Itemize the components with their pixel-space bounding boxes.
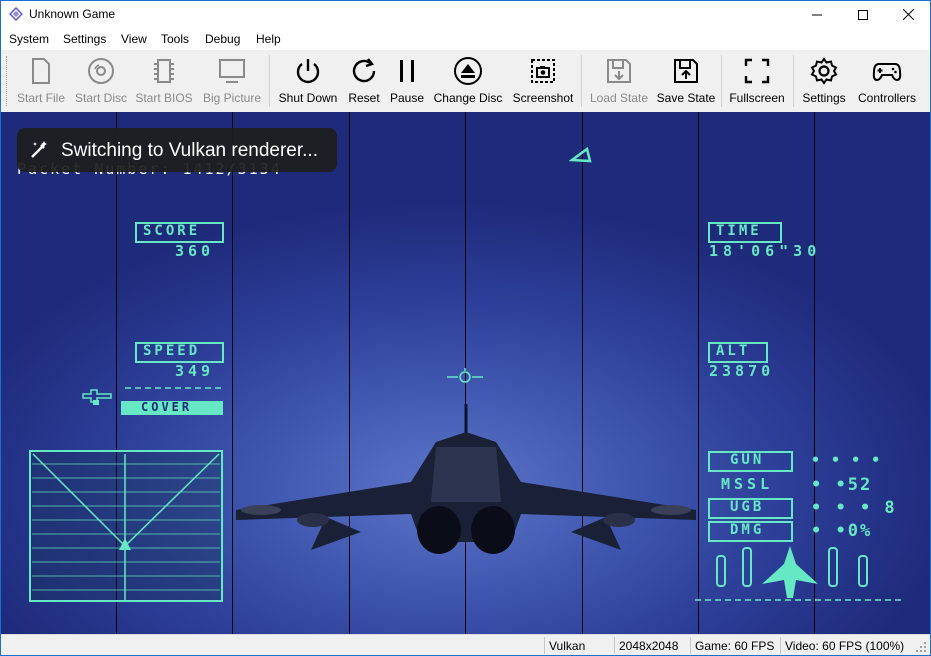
osd-message: Switching to Vulkan renderer... bbox=[61, 140, 318, 161]
status-game-fps: Game: 60 FPS bbox=[695, 639, 775, 653]
game-display[interactable]: Packet Number: 1412/3134 SCORE 360 TIME … bbox=[1, 112, 930, 634]
close-icon bbox=[902, 9, 914, 20]
status-video-fps: Video: 60 FPS (100%) bbox=[785, 639, 905, 653]
gun-value: • • • • bbox=[811, 451, 882, 469]
toolbar-separator bbox=[793, 55, 794, 107]
maximize-icon bbox=[858, 9, 868, 20]
toolbar-grip[interactable] bbox=[6, 56, 9, 106]
minimize-icon bbox=[812, 14, 822, 15]
ugb-label-box: UGB bbox=[708, 498, 793, 519]
change-disc-button[interactable]: Change Disc bbox=[433, 54, 503, 110]
start-bios-button[interactable]: Start BIOS bbox=[135, 54, 193, 110]
menu-view[interactable]: View bbox=[121, 32, 147, 46]
file-icon bbox=[32, 58, 50, 84]
app-icon bbox=[9, 7, 23, 21]
shut-down-button[interactable]: Shut Down bbox=[277, 54, 339, 110]
screenshot-icon bbox=[531, 59, 555, 83]
speed-label-box: SPEED bbox=[135, 342, 224, 363]
gun-label: GUN bbox=[730, 452, 765, 468]
disc-icon bbox=[88, 58, 114, 84]
main-window: Unknown Game System Settings View Tools … bbox=[0, 0, 931, 656]
cover-label: COVER bbox=[141, 400, 193, 414]
big-picture-button[interactable]: Big Picture bbox=[201, 54, 263, 110]
status-renderer: Vulkan bbox=[549, 639, 586, 653]
speed-label: SPEED bbox=[143, 343, 201, 359]
toolbar-separator bbox=[581, 55, 582, 107]
alt-value: 23870 bbox=[709, 362, 775, 380]
status-separator bbox=[780, 637, 781, 654]
load-state-icon bbox=[607, 59, 631, 83]
status-bar: Vulkan 2048x2048 Game: 60 FPS Video: 60 … bbox=[1, 634, 930, 655]
eject-icon bbox=[454, 57, 482, 85]
toolbar: Start File Start Disc Start BIOS Big Pic… bbox=[1, 50, 930, 111]
screenshot-button[interactable]: Screenshot bbox=[511, 54, 575, 110]
status-separator bbox=[544, 637, 545, 654]
menu-debug[interactable]: Debug bbox=[205, 32, 240, 46]
resize-grip-icon[interactable] bbox=[915, 641, 927, 653]
monitor-icon bbox=[219, 59, 245, 83]
toolbar-separator bbox=[721, 55, 722, 107]
speed-value: 349 bbox=[175, 362, 215, 380]
reset-icon bbox=[352, 58, 376, 83]
score-value: 360 bbox=[175, 242, 215, 260]
maximize-button[interactable] bbox=[840, 1, 886, 28]
ugb-value: • • • 8 bbox=[811, 498, 897, 518]
chip-icon bbox=[154, 59, 174, 83]
mssl-label: MSSL bbox=[721, 475, 774, 493]
menu-help[interactable]: Help bbox=[256, 32, 281, 46]
menu-tools[interactable]: Tools bbox=[161, 32, 189, 46]
gun-label-box: GUN bbox=[708, 451, 793, 472]
reset-button[interactable]: Reset bbox=[347, 54, 381, 110]
reticle-icon bbox=[447, 368, 483, 383]
controllers-button[interactable]: Controllers bbox=[855, 54, 919, 110]
window-title: Unknown Game bbox=[29, 7, 116, 21]
pause-icon bbox=[400, 60, 414, 82]
dmg-label: DMG bbox=[730, 522, 765, 538]
time-label: TIME bbox=[716, 223, 762, 239]
save-state-button[interactable]: Save State bbox=[657, 54, 715, 110]
magic-wand-icon bbox=[31, 141, 47, 158]
start-file-button[interactable]: Start File bbox=[17, 54, 65, 110]
radar-display bbox=[29, 450, 223, 602]
cover-bar: COVER bbox=[121, 400, 223, 415]
alt-label-box: ALT bbox=[708, 342, 768, 363]
start-disc-button[interactable]: Start Disc bbox=[74, 54, 128, 110]
title-bar[interactable]: Unknown Game bbox=[1, 1, 930, 28]
mssl-value: • •52 bbox=[811, 475, 873, 495]
load-state-button[interactable]: Load State bbox=[589, 54, 649, 110]
fullscreen-button[interactable]: Fullscreen bbox=[729, 54, 785, 110]
fullscreen-icon bbox=[744, 58, 770, 84]
status-resolution: 2048x2048 bbox=[619, 639, 679, 653]
alt-label: ALT bbox=[716, 343, 751, 359]
time-value: 18'06"30 bbox=[709, 242, 822, 260]
gear-icon bbox=[810, 57, 838, 85]
loadout-diagram bbox=[695, 546, 903, 601]
minimize-button[interactable] bbox=[794, 1, 840, 28]
score-label-box: SCORE bbox=[135, 222, 224, 243]
menu-system[interactable]: System bbox=[9, 32, 49, 46]
menu-bar: System Settings View Tools Debug Help bbox=[1, 28, 930, 50]
menu-settings[interactable]: Settings bbox=[63, 32, 106, 46]
close-button[interactable] bbox=[885, 1, 930, 28]
dmg-label-box: DMG bbox=[708, 521, 793, 542]
toolbar-separator bbox=[269, 55, 270, 107]
gamepad-icon bbox=[872, 63, 902, 82]
status-separator bbox=[614, 637, 615, 654]
score-label: SCORE bbox=[143, 223, 201, 239]
time-label-box: TIME bbox=[708, 222, 782, 243]
ugb-label: UGB bbox=[730, 499, 765, 515]
pause-button[interactable]: Pause bbox=[389, 54, 425, 110]
settings-button[interactable]: Settings bbox=[801, 54, 847, 110]
osd-notification: Switching to Vulkan renderer... bbox=[17, 128, 337, 172]
status-separator bbox=[690, 637, 691, 654]
player-jet bbox=[236, 404, 696, 554]
dmg-value: • •0% bbox=[811, 521, 873, 541]
save-state-icon bbox=[674, 59, 698, 83]
waypoint-icon bbox=[569, 146, 592, 163]
power-icon bbox=[296, 59, 320, 84]
